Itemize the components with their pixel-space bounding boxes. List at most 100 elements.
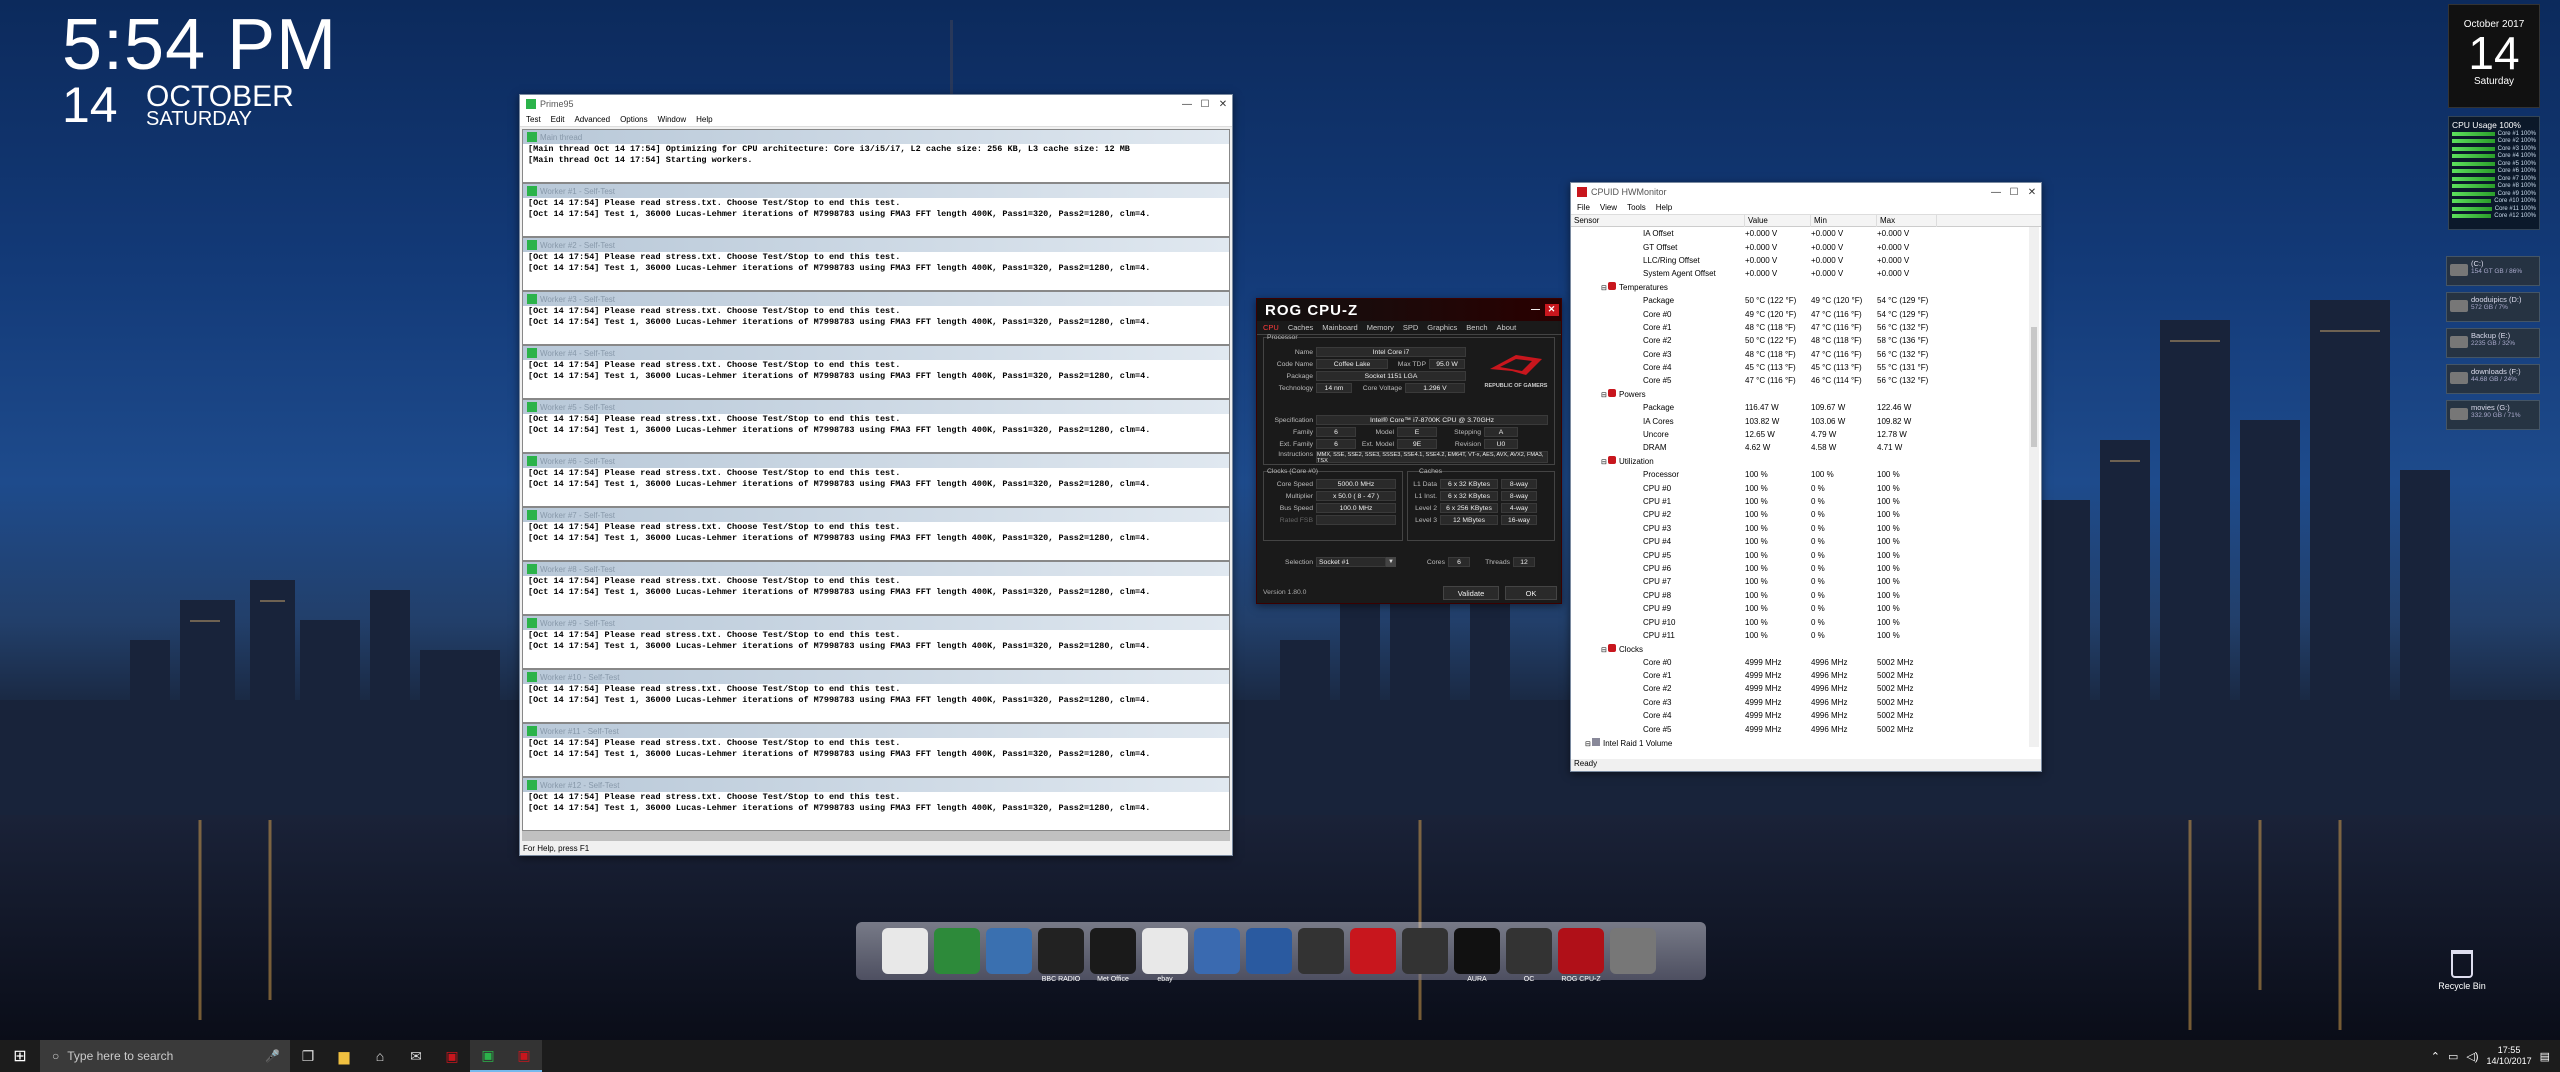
chevron-down-icon[interactable]: ▼ — [1386, 557, 1396, 567]
maximize-icon[interactable]: ☐ — [1196, 99, 1214, 110]
tab-mainboard[interactable]: Mainboard — [1322, 323, 1357, 332]
task-view-icon[interactable]: ❐ — [290, 1040, 326, 1072]
taskbar-search[interactable]: ○ Type here to search 🎤 — [40, 1040, 290, 1072]
sensor-row[interactable]: Core #5 4999 MHz 4996 MHz 5002 MHz — [1571, 722, 2029, 735]
microphone-icon[interactable]: 🎤 — [265, 1049, 290, 1063]
ok-button[interactable]: OK — [1505, 586, 1557, 600]
oc-panel-icon[interactable]: OC — [1506, 928, 1552, 983]
sensor-row[interactable]: Processor 100 % 100 % 100 % — [1571, 468, 2029, 481]
column-value[interactable]: Value — [1745, 214, 1811, 227]
cpuz-window[interactable]: ROG CPU-Z — ✕ CPU Caches Mainboard Memor… — [1256, 298, 1562, 604]
sensor-row[interactable]: CPU #8 100 % 0 % 100 % — [1571, 589, 2029, 602]
worker-panel[interactable]: Worker #11 - Self-Test [Oct 14 17:54] Ple… — [522, 723, 1230, 777]
chrome-icon[interactable] — [882, 928, 928, 974]
camera-icon[interactable] — [1402, 928, 1448, 974]
tree-expander-icon[interactable]: ⊟ — [1601, 646, 1608, 654]
worker-panel[interactable]: Worker #6 - Self-Test [Oct 14 17:54] Plea… — [522, 453, 1230, 507]
tab-caches[interactable]: Caches — [1288, 323, 1313, 332]
worker-panel[interactable]: Worker #4 - Self-Test [Oct 14 17:54] Plea… — [522, 345, 1230, 399]
cpu-z-icon[interactable]: ROG CPU-Z — [1558, 928, 1604, 983]
menu-window[interactable]: Window — [658, 115, 686, 124]
worker-panel[interactable]: Worker #3 - Self-Test [Oct 14 17:54] Plea… — [522, 291, 1230, 345]
sensor-row[interactable]: CPU #0 100 % 0 % 100 % — [1571, 481, 2029, 494]
bolt-icon[interactable] — [1350, 928, 1396, 974]
sensor-row[interactable]: Package 50 °C (122 °F) 49 °C (120 °F) 54 °C… — [1571, 294, 2029, 307]
cpuz-titlebar[interactable]: ROG CPU-Z — ✕ — [1257, 299, 1561, 321]
drive-gadget[interactable]: (C:) 154 GT GB / 86% — [2446, 256, 2540, 286]
close-icon[interactable]: ✕ — [1545, 304, 1559, 316]
windows-start-icon[interactable]: ⊞ — [0, 1040, 40, 1072]
store-icon[interactable]: ⌂ — [362, 1040, 398, 1072]
sensor-row[interactable]: Core #1 4999 MHz 4996 MHz 5002 MHz — [1571, 669, 2029, 682]
prime95-titlebar[interactable]: Prime95 — ☐ ✕ — [520, 95, 1232, 113]
menu-file[interactable]: File — [1577, 203, 1590, 212]
tab-cpu[interactable]: CPU — [1263, 323, 1279, 332]
cpu-usage-gadget[interactable]: CPU Usage 100% Core #1 100% Core #2 100% C… — [2448, 116, 2540, 230]
taskbar-clock[interactable]: 17:55 14/10/2017 — [2487, 1045, 2532, 1067]
sensor-row[interactable]: CPU #4 100 % 0 % 100 % — [1571, 535, 2029, 548]
sensor-row[interactable]: Uncore 12.65 W 4.79 W 12.78 W — [1571, 428, 2029, 441]
sensor-row[interactable]: CPU #1 100 % 0 % 100 % — [1571, 495, 2029, 508]
sync-icon[interactable] — [986, 928, 1032, 974]
met-office-icon[interactable]: Met Office — [1090, 928, 1136, 983]
sensor-row[interactable]: Core #1 48 °C (118 °F) 47 °C (116 °F) 56 °C… — [1571, 321, 2029, 334]
sensor-row[interactable]: ⊟ Utilization — [1571, 455, 2029, 468]
sensor-row[interactable]: CPU #7 100 % 0 % 100 % — [1571, 575, 2029, 588]
chevron-up-icon[interactable]: ⌃ — [2431, 1050, 2440, 1063]
sensor-row[interactable]: IA Offset +0.000 V +0.000 V +0.000 V — [1571, 227, 2029, 240]
tab-bench[interactable]: Bench — [1466, 323, 1487, 332]
bbc-radio-icon[interactable]: BBC RADIO — [1038, 928, 1084, 983]
column-min[interactable]: Min — [1811, 214, 1877, 227]
rog-icon[interactable] — [1298, 928, 1344, 974]
tab-about[interactable]: About — [1497, 323, 1517, 332]
sensor-row[interactable]: CPU #5 100 % 0 % 100 % — [1571, 548, 2029, 561]
sensor-row[interactable]: LLC/Ring Offset +0.000 V +0.000 V +0.000 V — [1571, 254, 2029, 267]
close-icon[interactable]: ✕ — [2023, 187, 2041, 198]
sensor-row[interactable]: ⊟ Intel Raid 1 Volume — [1571, 736, 2029, 749]
tree-expander-icon[interactable]: ⊟ — [1601, 458, 1608, 466]
hwmonitor-taskbar-icon[interactable]: ▣ — [506, 1040, 542, 1072]
bank-icon[interactable] — [934, 928, 980, 974]
sensor-row[interactable]: Core #2 50 °C (122 °F) 48 °C (118 °F) 58 °C… — [1571, 334, 2029, 347]
worker-panel[interactable]: Worker #12 - Self-Test [Oct 14 17:54] Ple… — [522, 777, 1230, 831]
worker-panel[interactable]: Worker #9 - Self-Test [Oct 14 17:54] Plea… — [522, 615, 1230, 669]
sensor-row[interactable]: Core #2 4999 MHz 4996 MHz 5002 MHz — [1571, 682, 2029, 695]
notes-icon[interactable] — [1194, 928, 1240, 974]
tab-spd[interactable]: SPD — [1403, 323, 1418, 332]
sensor-row[interactable]: Package 116.47 W 109.67 W 122.46 W — [1571, 401, 2029, 414]
network-icon[interactable]: ▭ — [2448, 1050, 2458, 1063]
menu-advanced[interactable]: Advanced — [574, 115, 610, 124]
aura-icon[interactable]: AURA — [1454, 928, 1500, 983]
menu-edit[interactable]: Edit — [551, 115, 565, 124]
drive-gadget[interactable]: dooduipics (D:) 572 GB / 7% — [2446, 292, 2540, 322]
ebay-icon[interactable]: ebay — [1142, 928, 1188, 983]
sensor-row[interactable]: IA Cores 103.82 W 103.06 W 109.82 W — [1571, 414, 2029, 427]
sensor-row[interactable]: CPU #10 100 % 0 % 100 % — [1571, 615, 2029, 628]
menu-help[interactable]: Help — [696, 115, 712, 124]
sensor-row[interactable]: Core #0 4999 MHz 4996 MHz 5002 MHz — [1571, 656, 2029, 669]
worker-panel[interactable]: Worker #8 - Self-Test [Oct 14 17:54] Plea… — [522, 561, 1230, 615]
scrollbar-thumb[interactable] — [2031, 327, 2037, 447]
worker-panel[interactable]: Worker #5 - Self-Test [Oct 14 17:54] Plea… — [522, 399, 1230, 453]
worker-panel[interactable]: Worker #10 - Self-Test [Oct 14 17:54] Ple… — [522, 669, 1230, 723]
cpuz-taskbar-icon[interactable]: ▣ — [434, 1040, 470, 1072]
monitor-icon[interactable] — [1246, 928, 1292, 974]
sensor-row[interactable]: DRAM 4.62 W 4.58 W 4.71 W — [1571, 441, 2029, 454]
tools-icon[interactable] — [1610, 928, 1656, 974]
sensor-row[interactable]: Core #4 45 °C (113 °F) 45 °C (113 °F) 55 °C… — [1571, 361, 2029, 374]
sensor-row[interactable]: Core #3 48 °C (118 °F) 47 °C (116 °F) 56 °C… — [1571, 348, 2029, 361]
sensor-row[interactable]: System Agent Offset +0.000 V +0.000 V +0.00… — [1571, 267, 2029, 280]
drive-gadget[interactable]: Backup (E:) 2235 GB / 32% — [2446, 328, 2540, 358]
sensor-row[interactable]: ⊟ Clocks — [1571, 642, 2029, 655]
column-sensor[interactable]: Sensor — [1571, 214, 1745, 227]
file-explorer-icon[interactable]: ▆ — [326, 1040, 362, 1072]
minimize-icon[interactable]: — — [1178, 99, 1196, 110]
hwmonitor-titlebar[interactable]: CPUID HWMonitor — ☐ ✕ — [1571, 183, 2041, 201]
mail-icon[interactable]: ✉ — [398, 1040, 434, 1072]
menu-options[interactable]: Options — [620, 115, 648, 124]
close-icon[interactable]: ✕ — [1214, 99, 1232, 110]
sensor-row[interactable]: GT Offset +0.000 V +0.000 V +0.000 V — [1571, 240, 2029, 253]
worker-panel[interactable]: Worker #7 - Self-Test [Oct 14 17:54] Plea… — [522, 507, 1230, 561]
minimize-icon[interactable]: — — [1987, 187, 2005, 198]
menu-test[interactable]: Test — [526, 115, 541, 124]
